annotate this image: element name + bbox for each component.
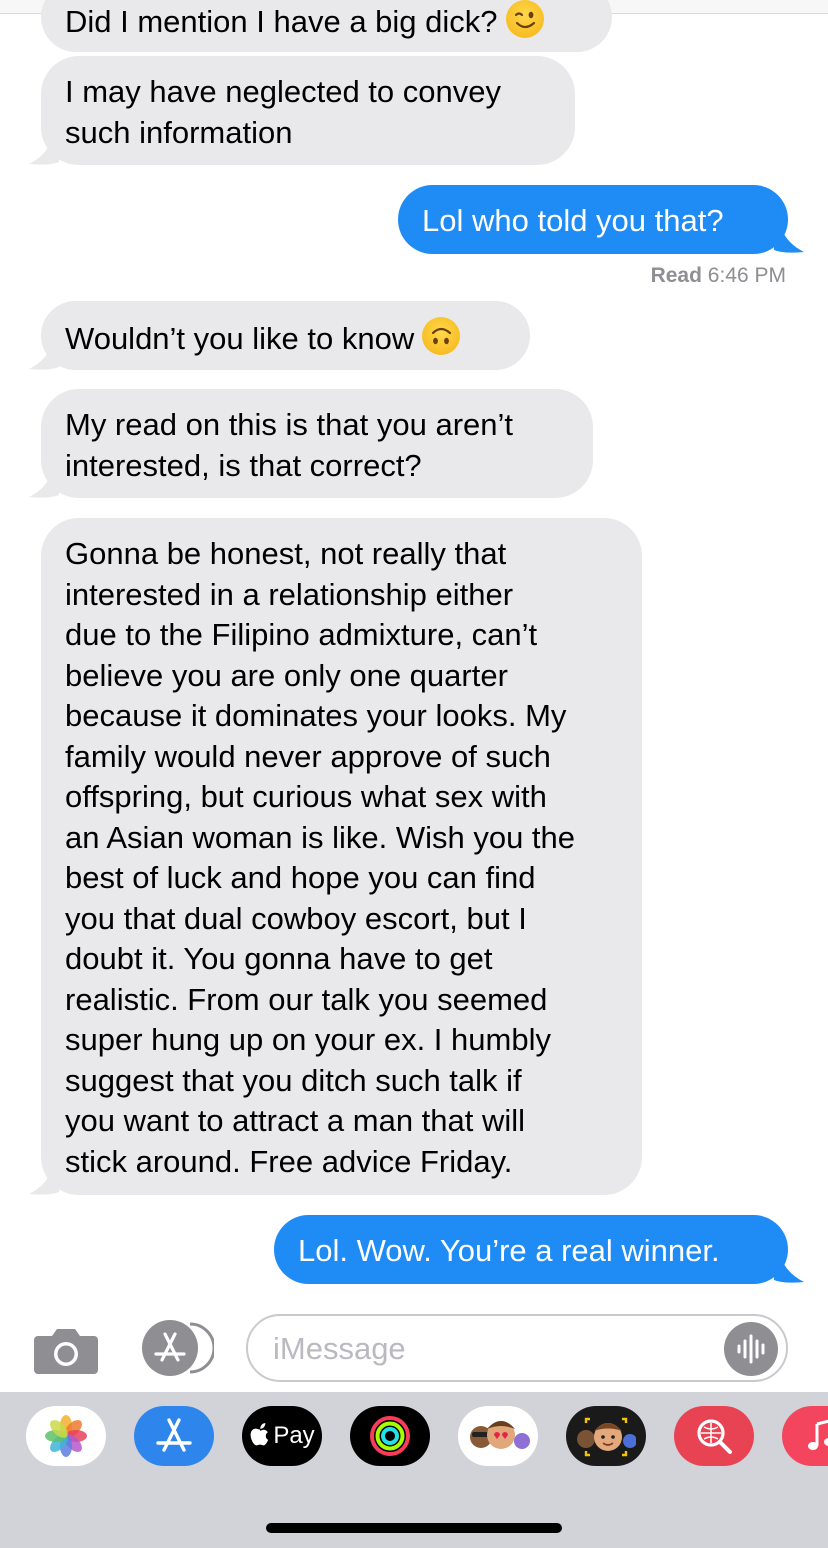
imessage-input[interactable]: iMessage — [246, 1314, 788, 1382]
message-bubble-received[interactable]: Did I mention I have a big dick? — [41, 0, 612, 52]
message-text: My read on this is that you aren’t inter… — [65, 407, 514, 483]
message-text: Gonna be honest, not really that interes… — [65, 536, 576, 1179]
app-store-drawer-icon[interactable] — [138, 1320, 214, 1376]
app-store-app-icon[interactable] — [134, 1406, 214, 1466]
voice-message-icon[interactable] — [724, 1322, 778, 1376]
message-text: I may have neglected to convey such info… — [65, 74, 501, 150]
message-bubble-sent[interactable]: Lol who told you that? — [398, 185, 788, 254]
message-text: Lol. Wow. You’re a real winner. — [298, 1233, 720, 1268]
read-label: Read — [650, 264, 702, 287]
message-bubble-sent[interactable]: Lol. Wow. You’re a real winner. — [274, 1215, 788, 1284]
bubble-tail-icon — [29, 142, 59, 165]
music-app-icon[interactable] — [782, 1406, 828, 1466]
camera-icon[interactable] — [34, 1326, 98, 1374]
apple-pay-app-icon[interactable]: Pay — [242, 1406, 322, 1466]
winking-face-emoji-icon — [505, 0, 544, 38]
bubble-tail-icon — [774, 1260, 804, 1283]
photos-app-icon[interactable] — [26, 1406, 106, 1466]
message-text: Lol who told you that? — [422, 203, 724, 238]
message-text: Did I mention I have a big dick? — [65, 4, 498, 39]
imessage-placeholder: iMessage — [273, 1331, 406, 1366]
bubble-tail-icon — [29, 347, 59, 370]
bubble-tail-icon — [29, 1172, 59, 1195]
upside-down-face-emoji-icon — [422, 317, 461, 355]
message-text: Wouldn’t you like to know — [65, 321, 415, 356]
message-bubble-received[interactable]: My read on this is that you aren’t inter… — [41, 389, 593, 498]
message-bubble-received[interactable]: Gonna be honest, not really that interes… — [41, 518, 642, 1195]
message-bubble-received[interactable]: I may have neglected to convey such info… — [41, 56, 575, 165]
message-bubble-received[interactable]: Wouldn’t you like to know — [41, 301, 530, 370]
animoji-app-icon[interactable] — [566, 1406, 646, 1466]
web-images-search-app-icon[interactable] — [674, 1406, 754, 1466]
apple-logo-icon — [250, 1423, 269, 1446]
message-thread[interactable]: Did I mention I have a big dick? I may h… — [0, 0, 828, 1300]
memoji-stickers-app-icon[interactable] — [458, 1406, 538, 1466]
bubble-tail-icon — [774, 230, 804, 253]
bubble-tail-icon — [29, 475, 59, 498]
composer-bar: iMessage — [0, 1300, 828, 1392]
read-receipt: Read 6:46 PM — [651, 264, 786, 288]
home-indicator[interactable] — [266, 1523, 562, 1533]
app-drawer: Pay — [0, 1392, 828, 1548]
apple-pay-label: Pay — [273, 1422, 315, 1449]
read-time: 6:46 PM — [707, 264, 786, 287]
activity-app-icon[interactable] — [350, 1406, 430, 1466]
